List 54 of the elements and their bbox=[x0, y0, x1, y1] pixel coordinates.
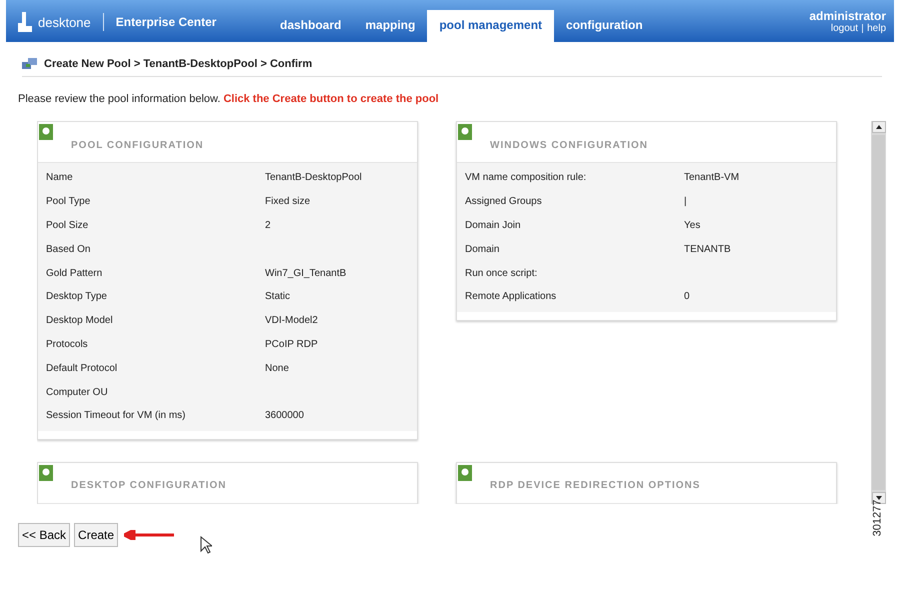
panel-title: POOL CONFIGURATION bbox=[71, 138, 204, 150]
field-value: 2 bbox=[265, 220, 271, 231]
user-name: administrator bbox=[809, 9, 886, 23]
field-value: VDI-Model2 bbox=[265, 315, 318, 326]
panel-title: RDP DEVICE REDIRECTION OPTIONS bbox=[490, 479, 700, 492]
field-value: Yes bbox=[684, 220, 700, 231]
instruction-text: Please review the pool information below. Click the Create button to create the pool bbox=[18, 93, 440, 105]
field-value: TenantB-VM bbox=[684, 172, 740, 184]
field-label: Pool Size bbox=[46, 220, 90, 231]
field-label: Domain bbox=[465, 244, 500, 255]
nav-tab[interactable]: configuration bbox=[554, 10, 655, 42]
field-label: Protocols bbox=[46, 338, 89, 350]
action-button[interactable]: << Back bbox=[18, 523, 70, 547]
pointer-arrow-icon bbox=[124, 530, 174, 540]
field-value: PCoIP RDP bbox=[265, 338, 318, 350]
field-value: Static bbox=[265, 291, 290, 302]
field-label: Gold Pattern bbox=[46, 268, 104, 279]
figure-number: 301277 bbox=[872, 500, 884, 536]
field-label: Assigned Groups bbox=[465, 196, 543, 208]
header-link[interactable]: help bbox=[867, 23, 886, 34]
field-label: Pool Type bbox=[46, 196, 92, 208]
field-value: None bbox=[265, 362, 289, 374]
panel-title: DESKTOP CONFIGURATION bbox=[71, 479, 226, 492]
field-label: Remote Applications bbox=[465, 291, 558, 302]
field-label: Desktop Type bbox=[46, 291, 108, 302]
field-label: Name bbox=[46, 172, 74, 184]
brand-name: desktone bbox=[38, 14, 91, 30]
field-value: Win7_GI_TenantB bbox=[265, 268, 346, 279]
field-label: Run once script: bbox=[465, 268, 538, 279]
field-value: | bbox=[684, 196, 687, 208]
header-link[interactable]: logout bbox=[830, 23, 858, 34]
cursor-icon bbox=[200, 536, 212, 554]
product-name: Enterprise Center bbox=[116, 15, 216, 29]
field-label: Based On bbox=[46, 244, 92, 255]
field-value: Fixed size bbox=[265, 196, 310, 208]
scroll-up-icon[interactable] bbox=[872, 121, 886, 133]
action-button[interactable]: Create bbox=[74, 523, 118, 547]
field-label: Domain Join bbox=[465, 220, 522, 231]
nav-tab[interactable]: pool management bbox=[427, 10, 554, 42]
field-value: TENANTB bbox=[684, 244, 731, 255]
nav-tab[interactable]: dashboard bbox=[268, 10, 354, 42]
field-label: Session Timeout for VM (in ms) bbox=[46, 410, 186, 422]
field-label: Desktop Model bbox=[46, 315, 114, 326]
logo-icon bbox=[18, 12, 32, 32]
field-value: 0 bbox=[684, 291, 690, 302]
field-value: 3600000 bbox=[265, 410, 304, 422]
field-label: Computer OU bbox=[46, 386, 109, 398]
pool-icon bbox=[22, 58, 38, 70]
field-label: VM name composition rule: bbox=[465, 172, 588, 184]
panel-title: WINDOWS CONFIGURATION bbox=[490, 138, 648, 150]
nav-tab[interactable]: mapping bbox=[353, 10, 428, 42]
breadcrumb: Create New Pool > TenantB-DesktopPool > Confirm bbox=[44, 58, 312, 70]
field-label: Default Protocol bbox=[46, 362, 118, 374]
field-value: TenantB-DesktopPool bbox=[265, 172, 362, 184]
